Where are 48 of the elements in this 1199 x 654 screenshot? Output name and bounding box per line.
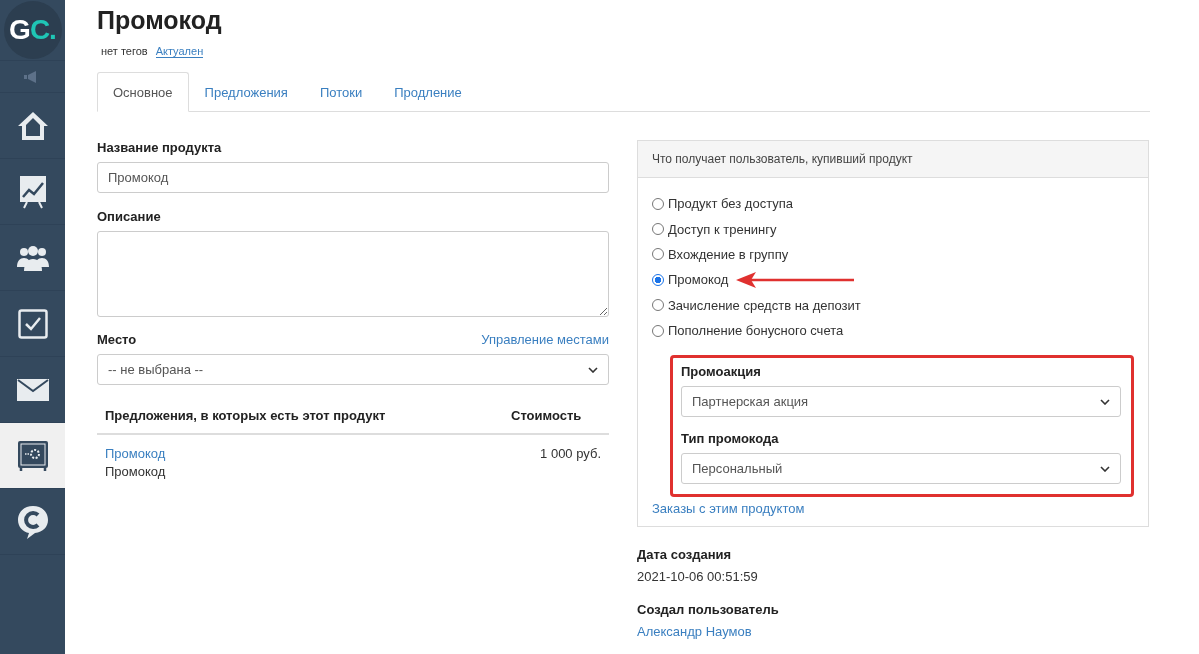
chevron-icon: [1100, 398, 1110, 405]
select-field[interactable]: Партнерская акция: [681, 386, 1121, 418]
option-label: Пополнение бонусного счета: [668, 323, 844, 339]
place-select[interactable]: -- не выбрана --: [97, 354, 609, 385]
tab[interactable]: Потоки: [303, 72, 379, 112]
user-link[interactable]: Александр Наумов: [637, 624, 752, 640]
meta-label: Дата создания: [637, 546, 733, 565]
status-link[interactable]: Актуален: [155, 45, 204, 58]
option-label: Промокод: [668, 272, 729, 288]
nav-item[interactable]: [0, 422, 65, 488]
tab[interactable]: Продление: [378, 72, 478, 112]
tab[interactable]: Основное: [97, 72, 189, 112]
tab[interactable]: Предложения: [188, 72, 304, 112]
chevron-icon: [588, 366, 598, 373]
option-label: Вхождение в группу: [668, 246, 789, 262]
orders-link[interactable]: Заказы с этим продуктом: [652, 501, 1134, 517]
field-label: Описание: [97, 209, 162, 224]
checkbox-icon: [17, 308, 48, 339]
option-label: Продукт без доступа: [668, 196, 793, 212]
field-label: Промоакция: [681, 364, 762, 380]
field-label: Тип промокода: [681, 431, 780, 447]
meta-label: Создал пользователь: [637, 601, 780, 620]
field-label: Название продукта: [97, 140, 223, 155]
chat-icon: [16, 504, 49, 539]
people-icon: [15, 244, 50, 271]
product-name: Промокод: [105, 463, 167, 481]
select-field[interactable]: Персональный: [681, 453, 1121, 485]
option-label: Доступ к тренингу: [668, 221, 777, 237]
column-header: Предложения, в которых есть этот продукт: [97, 408, 503, 434]
home-icon: [16, 110, 49, 141]
safe-icon: [16, 439, 49, 472]
mail-icon: [16, 378, 49, 401]
field-label: Место: [97, 332, 137, 347]
price: 1 000 руб.: [540, 446, 601, 461]
meta-value: 2021-10-06 00:51:59: [637, 568, 759, 587]
offer-link[interactable]: Промокод: [105, 446, 166, 461]
option-label: Зачисление средств на депозит: [668, 297, 861, 313]
column-header: Стоимость: [503, 408, 609, 434]
page-title: Промокод: [97, 6, 223, 35]
product-name-field[interactable]: Промокод: [97, 162, 609, 193]
description-field[interactable]: [97, 231, 609, 317]
logo[interactable]: GC.: [3, 1, 62, 59]
tags-label: нет тегов: [101, 45, 148, 58]
chart-icon: [18, 174, 47, 209]
panel-heading: Что получает пользователь, купивший продукт: [652, 152, 913, 166]
radio-button[interactable]: [652, 273, 664, 286]
chevron-icon: [1100, 465, 1110, 472]
manage-places-link[interactable]: Управление местами: [481, 332, 609, 354]
